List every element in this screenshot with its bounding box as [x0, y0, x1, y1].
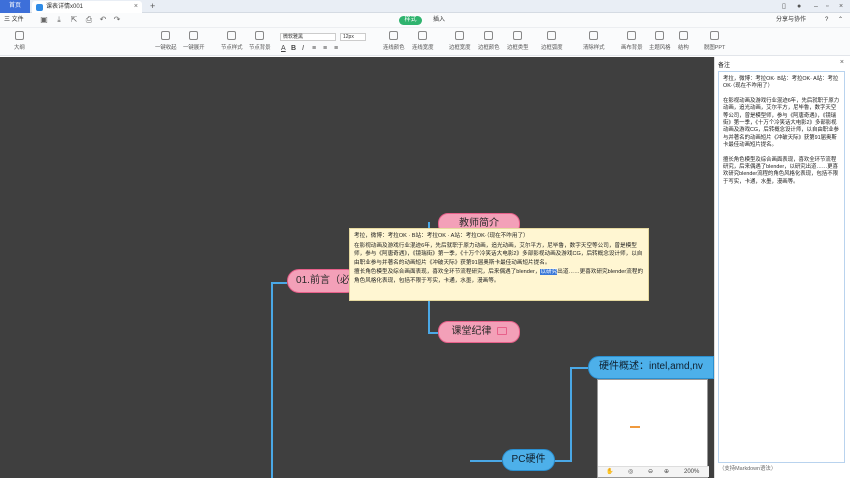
close-icon[interactable]: × [840, 59, 844, 66]
expand-all-button[interactable]: 一键展开 [183, 31, 205, 51]
border-color-icon [484, 31, 494, 40]
ppt-icon [710, 31, 720, 40]
tab-insert[interactable]: 插入 [433, 13, 445, 28]
tooltip-line: 考拉，微博：考拉OK · B站：考拉OK · A站：考拉OK·（现在不咋用了） [354, 233, 529, 239]
new-tab-icon[interactable]: + [150, 0, 155, 13]
outline-button[interactable]: 大纲 [14, 31, 25, 51]
clear-style-icon [589, 31, 599, 40]
tab-document-label: 课表详情x001 [46, 4, 84, 10]
connector-line [271, 282, 273, 478]
zoom-in-icon[interactable]: ⊕ [664, 467, 669, 478]
canvas-bg-icon [627, 31, 637, 40]
zoom-out-icon[interactable]: ⊖ [648, 467, 653, 478]
border-width-button[interactable]: 边框宽度 [449, 31, 471, 51]
note-icon[interactable] [496, 327, 507, 335]
maximize-icon[interactable]: ▫ [826, 0, 828, 13]
share-button[interactable]: 分享与协作 [776, 13, 806, 28]
zoom-bar: ✋ ◎ ⊖ ⊕ 200% [598, 466, 709, 477]
font-family-select[interactable]: 微软雅黑 [280, 33, 336, 41]
connector-line [553, 460, 570, 462]
note-editor[interactable]: 考拉，微博：考拉OK· B站：考拉OK· A站：考拉OK·（现在不咋用了） 在影… [718, 71, 845, 463]
fit-icon[interactable]: ◎ [628, 467, 633, 478]
save-icon[interactable]: ▣ [40, 16, 48, 24]
border-width-icon [455, 31, 465, 40]
pan-icon[interactable]: ✋ [606, 467, 613, 478]
border-radius-icon [547, 31, 557, 40]
note-paragraph: 在影视动画及游戏行业混迹6年，先后就职于原力动画，追光动画，艾尔平方，尼毕鲁，数… [723, 97, 840, 149]
zoom-level: 200% [684, 469, 700, 475]
node-pc-hardware[interactable]: PC硬件 [502, 449, 555, 471]
collapse-all-button[interactable]: 一键收起 [155, 31, 177, 51]
node-bg-icon [255, 31, 265, 40]
app-logo-icon [36, 4, 43, 11]
avatar[interactable]: ● [797, 0, 801, 13]
connector-line [570, 367, 572, 462]
node-bg-button[interactable]: 节点背景 [249, 31, 271, 51]
tab-home[interactable]: 首页 [0, 0, 30, 13]
collapse-icon[interactable]: ⌃ [838, 13, 843, 28]
line-width-icon [418, 31, 428, 40]
close-window-icon[interactable]: × [839, 0, 843, 13]
line-color-button[interactable]: 连线颜色 [383, 31, 405, 51]
note-tooltip: 考拉，微博：考拉OK · B站：考拉OK · A站：考拉OK·（现在不咋用了） … [349, 228, 649, 301]
node-class-discipline[interactable]: 课堂纪律 [438, 321, 520, 343]
notification-icon[interactable]: ▯ [782, 0, 786, 13]
note-panel: 备注 × 考拉，微博：考拉OK· B站：考拉OK· A站：考拉OK·（现在不咋用… [714, 57, 850, 478]
minimize-icon[interactable]: – [814, 0, 818, 13]
border-color-button[interactable]: 边框颜色 [478, 31, 500, 51]
tab-style[interactable]: 样式 [399, 16, 422, 25]
print-icon[interactable]: ⎙ [85, 16, 93, 24]
align-right-icon[interactable]: ≡ [334, 45, 338, 52]
note-panel-title: 备注 [718, 63, 731, 69]
connector-line [570, 367, 588, 369]
font-color-icon[interactable]: A [281, 45, 286, 52]
download-icon[interactable]: ⤓ [55, 16, 63, 24]
structure-icon [678, 31, 688, 40]
border-radius-button[interactable]: 边框弧度 [541, 31, 563, 51]
tooltip-paragraph: 擅长角色模型及综合画面表现，喜欢全环节流程研究，后来偶遇了blender，以研究… [354, 269, 644, 284]
close-tab-icon[interactable]: × [134, 1, 138, 13]
selected-text: 以研究 [540, 269, 558, 275]
clear-style-button[interactable]: 清除样式 [583, 31, 605, 51]
line-width-button[interactable]: 连线宽度 [412, 31, 434, 51]
export-icon[interactable]: ⇱ [70, 16, 78, 24]
outline-icon [14, 31, 24, 40]
node-style-button[interactable]: 节点样式 [221, 31, 243, 51]
help-icon[interactable]: ? [825, 13, 828, 28]
theme-button[interactable]: 主题风格 [649, 31, 671, 51]
markdown-hint: （支持Markdown语法） [719, 466, 777, 472]
border-type-icon [513, 31, 523, 40]
minimap-viewport [630, 426, 640, 428]
redo-icon[interactable]: ↷ [113, 16, 121, 24]
align-left-icon[interactable]: ≡ [312, 45, 316, 52]
structure-button[interactable]: 结构 [678, 31, 689, 51]
tab-document[interactable]: 课表详情x001 × [32, 1, 142, 13]
minimap[interactable]: ✋ ◎ ⊖ ⊕ 200% [597, 379, 709, 478]
node-hardware-overview[interactable]: 硬件概述：intel,amd,nv [588, 356, 714, 379]
connector-line [470, 460, 502, 462]
line-color-icon [389, 31, 399, 40]
file-menu[interactable]: 三 文件 [4, 13, 24, 28]
undo-icon[interactable]: ↶ [99, 16, 107, 24]
style-toolbar: 大纲 一键收起 一键展开 节点样式 节点背景 微软雅黑 12px A B I ≡… [0, 28, 850, 56]
align-center-icon[interactable]: ≡ [323, 45, 327, 52]
connector-line [271, 282, 287, 284]
note-paragraph: 擅长角色模型及综合画面表现，喜欢全环节流程研究，后来偶遇了blender，以研究… [723, 156, 839, 185]
tooltip-paragraph: 在影视动画及游戏行业混迹6年，先后就职于原力动画，追光动画，艾尔平方，尼毕鲁，数… [354, 242, 643, 266]
border-type-button[interactable]: 边框类型 [507, 31, 529, 51]
canvas-bg-button[interactable]: 画布背景 [621, 31, 643, 51]
note-line: 考拉，微博：考拉OK· B站：考拉OK· A站：考拉OK·（现在不咋用了） [723, 76, 839, 90]
bold-icon[interactable]: B [291, 45, 296, 52]
menu-bar: 三 文件 ▣ ⤓ ⇱ ⎙ ↶ ↷ 样式 插入 分享与协作 ? ⌃ [0, 13, 850, 28]
tab-bar: 首页 课表详情x001 × + ▯ ● – ▫ × [0, 0, 850, 13]
font-size-select[interactable]: 12px [340, 33, 366, 41]
collapse-all-icon [161, 31, 171, 40]
expand-all-icon [189, 31, 199, 40]
export-ppt-button[interactable]: 脱图PPT [704, 31, 725, 51]
italic-icon[interactable]: I [302, 45, 304, 52]
node-style-icon [227, 31, 237, 40]
theme-icon [655, 31, 665, 40]
